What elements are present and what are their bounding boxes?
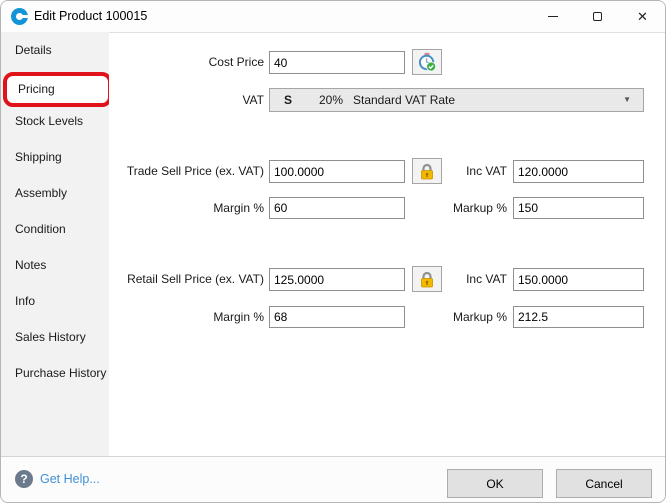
trade-markup-input[interactable] <box>513 197 644 219</box>
clock-check-icon <box>417 52 437 72</box>
vat-label: VAT <box>61 89 264 112</box>
edit-product-dialog: Edit Product 100015 ✕ Details Pricing St… <box>0 0 666 503</box>
maximize-icon <box>593 12 602 21</box>
titlebar: Edit Product 100015 ✕ <box>1 1 665 32</box>
app-logo-icon <box>11 8 28 25</box>
retail-inc-vat-label: Inc VAT <box>401 268 507 291</box>
minimize-button[interactable] <box>530 1 575 32</box>
minimize-icon <box>548 16 558 17</box>
trade-ex-vat-input[interactable] <box>269 160 405 183</box>
trade-margin-input[interactable] <box>269 197 405 219</box>
vat-code: S <box>284 89 292 111</box>
trade-margin-label: Margin % <box>61 197 264 220</box>
retail-sell-price-label: Retail Sell Price (ex. VAT) <box>61 268 264 291</box>
retail-margin-label: Margin % <box>61 306 264 329</box>
retail-margin-input[interactable] <box>269 306 405 328</box>
retail-markup-label: Markup % <box>401 306 507 329</box>
cost-price-history-button[interactable] <box>412 49 442 75</box>
trade-sell-price-label: Trade Sell Price (ex. VAT) <box>61 160 264 183</box>
retail-markup-input[interactable] <box>513 306 644 328</box>
retail-inc-vat-input[interactable] <box>513 268 644 291</box>
chevron-down-icon: ▼ <box>623 89 631 111</box>
trade-inc-vat-label: Inc VAT <box>401 160 507 183</box>
maximize-button[interactable] <box>575 1 620 32</box>
footer: ? Get Help... OK Cancel <box>1 456 665 502</box>
cost-price-label: Cost Price <box>61 51 264 74</box>
retail-ex-vat-input[interactable] <box>269 268 405 291</box>
close-button[interactable]: ✕ <box>620 1 665 32</box>
window-title: Edit Product 100015 <box>34 1 147 32</box>
cost-price-input[interactable] <box>269 51 405 74</box>
vat-dropdown[interactable]: S 20% Standard VAT Rate ▼ <box>269 88 644 112</box>
help-icon: ? <box>15 470 33 488</box>
vat-rate: 20% <box>319 89 343 111</box>
trade-inc-vat-input[interactable] <box>513 160 644 183</box>
vat-description: Standard VAT Rate <box>353 89 455 111</box>
window-controls: ✕ <box>530 1 665 32</box>
sidebar-item-purchase-history[interactable]: Purchase History <box>1 355 109 391</box>
get-help-link[interactable]: Get Help... <box>40 470 100 488</box>
trade-markup-label: Markup % <box>401 197 507 220</box>
close-icon: ✕ <box>637 10 648 23</box>
cancel-button[interactable]: Cancel <box>556 469 652 498</box>
ok-button[interactable]: OK <box>447 469 543 498</box>
